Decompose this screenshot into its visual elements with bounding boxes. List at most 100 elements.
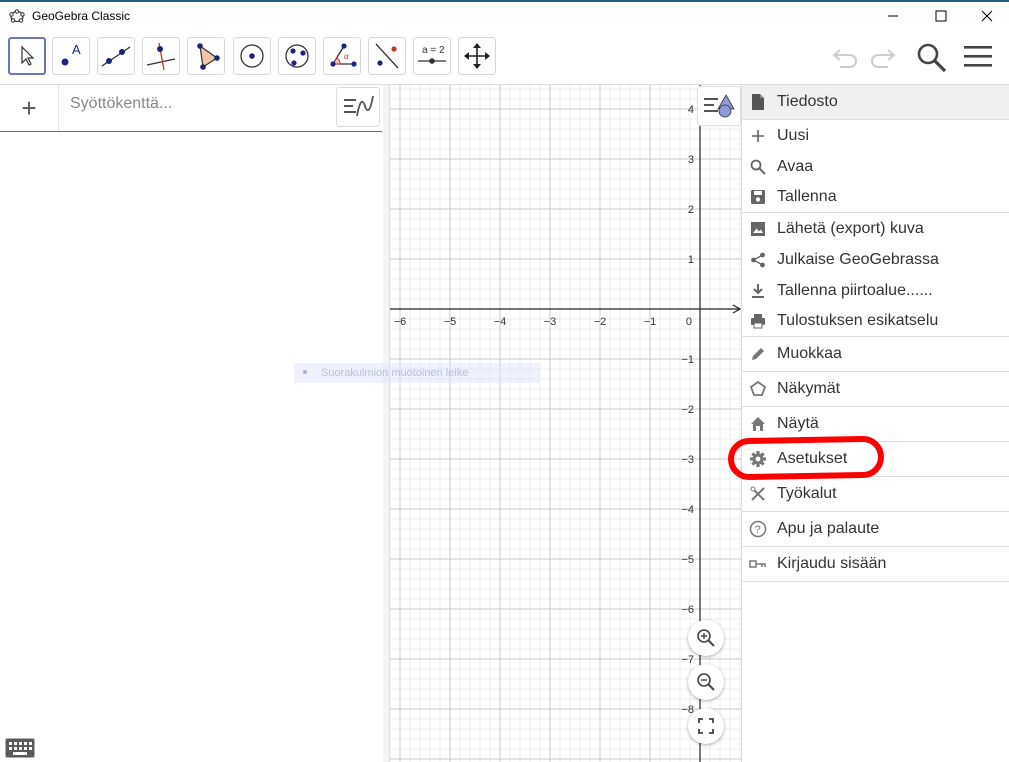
- menu-file-label: Tiedosto: [777, 93, 838, 110]
- svg-text:a = 2: a = 2: [422, 45, 445, 56]
- perspectives-icon: [748, 379, 768, 399]
- zoom-out-button[interactable]: [688, 664, 724, 700]
- slider-tool-button[interactable]: a = 2: [413, 37, 451, 75]
- x-axis-label: −3: [544, 316, 557, 328]
- point-icon: A: [61, 42, 81, 66]
- move-view-tool-button[interactable]: [458, 37, 496, 75]
- redo-button[interactable]: [868, 42, 898, 72]
- fullscreen-button[interactable]: [688, 708, 724, 744]
- y-axis-label: 3: [688, 154, 694, 166]
- zoom-out-icon: [697, 673, 715, 691]
- circle-three-points-tool-button[interactable]: [278, 37, 316, 75]
- polygon-tool-button[interactable]: [187, 37, 225, 75]
- tool-tooltip: Suorakulmion muotoinen leike: [294, 363, 540, 383]
- home-icon: [748, 414, 768, 434]
- y-axis-label: −2: [681, 404, 694, 416]
- undo-button[interactable]: [830, 42, 860, 72]
- svg-text:α: α: [344, 52, 349, 61]
- menu-item-download[interactable]: Tallenna piirtoalue......: [742, 275, 1009, 306]
- search-icon: [917, 43, 947, 73]
- sign-in-key-icon: [748, 554, 768, 574]
- add-item-button[interactable]: +: [0, 85, 59, 131]
- menu-item-help[interactable]: ? Apu ja palaute: [742, 512, 1009, 547]
- menu-item-save[interactable]: Tallenna: [742, 182, 1009, 213]
- zoom-in-button[interactable]: [688, 620, 724, 656]
- title-bar: GeoGebra Classic: [0, 0, 1009, 30]
- angle-tool-button[interactable]: α: [323, 37, 361, 75]
- svg-text:A: A: [72, 42, 81, 57]
- perpendicular-line-tool-button[interactable]: [142, 37, 180, 75]
- share-icon: [748, 250, 768, 270]
- search-button[interactable]: [914, 40, 948, 74]
- move-tool-button[interactable]: [8, 37, 46, 75]
- minimize-button[interactable]: [870, 2, 916, 30]
- y-axis-label: −4: [681, 504, 694, 516]
- algebra-input-row: + Syöttökenttä...: [0, 85, 382, 132]
- x-axis-label: −6: [394, 316, 407, 328]
- save-icon: [748, 187, 768, 207]
- search-icon: [748, 157, 768, 177]
- menu-item-label: Tulostuksen esikatselu: [777, 312, 939, 329]
- move-arrows-icon: [464, 43, 490, 69]
- geogebra-logo-icon: [9, 9, 25, 23]
- reflect-about-line-icon: [375, 43, 399, 69]
- view-divider[interactable]: [383, 85, 390, 762]
- menu-item-perspectives[interactable]: Näkymät: [742, 372, 1009, 407]
- help-icon: ?: [748, 519, 768, 539]
- plus-icon: [748, 126, 768, 146]
- plus-icon: +: [21, 92, 37, 123]
- menu-item-new[interactable]: Uusi: [742, 120, 1009, 151]
- main-menu-button[interactable]: [962, 42, 994, 72]
- tooltip-text: Suorakulmion muotoinen leike: [321, 367, 469, 379]
- toolbar: A α a = 2: [0, 30, 1009, 85]
- close-icon: [981, 10, 993, 22]
- virtual-keyboard-icon[interactable]: [5, 738, 35, 758]
- menu-item-share[interactable]: Julkaise GeoGebrassa: [742, 244, 1009, 275]
- reflect-tool-button[interactable]: [368, 37, 406, 75]
- maximize-button[interactable]: [918, 2, 964, 30]
- menu-file-header[interactable]: Tiedosto: [742, 85, 1009, 120]
- menu-item-label: Tallenna: [777, 188, 837, 205]
- download-icon: [748, 281, 768, 301]
- algebra-style-bar-icon: [344, 95, 374, 117]
- menu-item-sign-in[interactable]: Kirjaudu sisään: [742, 547, 1009, 582]
- y-axis-label: −6: [681, 604, 694, 616]
- arrow-cursor-icon: [21, 45, 35, 66]
- close-button[interactable]: [964, 2, 1009, 30]
- y-axis-label: 4: [688, 104, 694, 116]
- menu-item-label: Tallenna piirtoalue......: [777, 281, 933, 299]
- menu-item-label: Julkaise GeoGebrassa: [777, 250, 939, 268]
- graphics-style-bar-toggle[interactable]: [697, 86, 741, 126]
- coordinate-grid: −6 −5 −4 −3 −2 −1 0 4 3 2 1 −1 −2 −3 −4 …: [390, 85, 741, 762]
- settings-highlight-annotation: [727, 435, 885, 481]
- y-axis-label: −3: [681, 454, 694, 466]
- pencil-icon: [748, 344, 768, 364]
- menu-item-open[interactable]: Avaa: [742, 151, 1009, 182]
- menu-item-edit[interactable]: Muokkaa: [742, 337, 1009, 372]
- tooltip-bullet-icon: [303, 370, 307, 375]
- image-icon: [748, 219, 768, 239]
- line-tool-button[interactable]: [97, 37, 135, 75]
- maximize-icon: [935, 10, 947, 22]
- origin-label: 0: [686, 316, 692, 328]
- angle-icon: α: [330, 43, 357, 67]
- graphics-view[interactable]: −6 −5 −4 −3 −2 −1 0 4 3 2 1 −1 −2 −3 −4 …: [390, 85, 741, 762]
- svg-text:?: ?: [755, 524, 761, 536]
- menu-item-print-preview[interactable]: Tulostuksen esikatselu: [742, 306, 1009, 337]
- undo-icon: [832, 49, 857, 68]
- y-axis-label: 2: [688, 204, 694, 216]
- tools-icon: [748, 484, 768, 504]
- menu-item-label: Avaa: [777, 157, 814, 175]
- menu-item-export-image[interactable]: Lähetä (export) kuva: [742, 213, 1009, 244]
- algebra-input-field[interactable]: Syöttökenttä...: [70, 95, 172, 113]
- graphics-style-bar-icon: [704, 94, 735, 118]
- x-axis-label: −5: [444, 316, 457, 328]
- point-tool-button[interactable]: A: [52, 37, 90, 75]
- x-axis-label: −4: [494, 316, 507, 328]
- menu-item-tools[interactable]: Työkalut: [742, 477, 1009, 512]
- menu-item-label: Apu ja palaute: [777, 520, 880, 537]
- circle-center-tool-button[interactable]: [233, 37, 271, 75]
- algebra-style-bar-toggle[interactable]: [336, 87, 380, 127]
- menu-item-label: Lähetä (export) kuva: [777, 219, 924, 237]
- menu-item-label: Uusi: [777, 126, 810, 144]
